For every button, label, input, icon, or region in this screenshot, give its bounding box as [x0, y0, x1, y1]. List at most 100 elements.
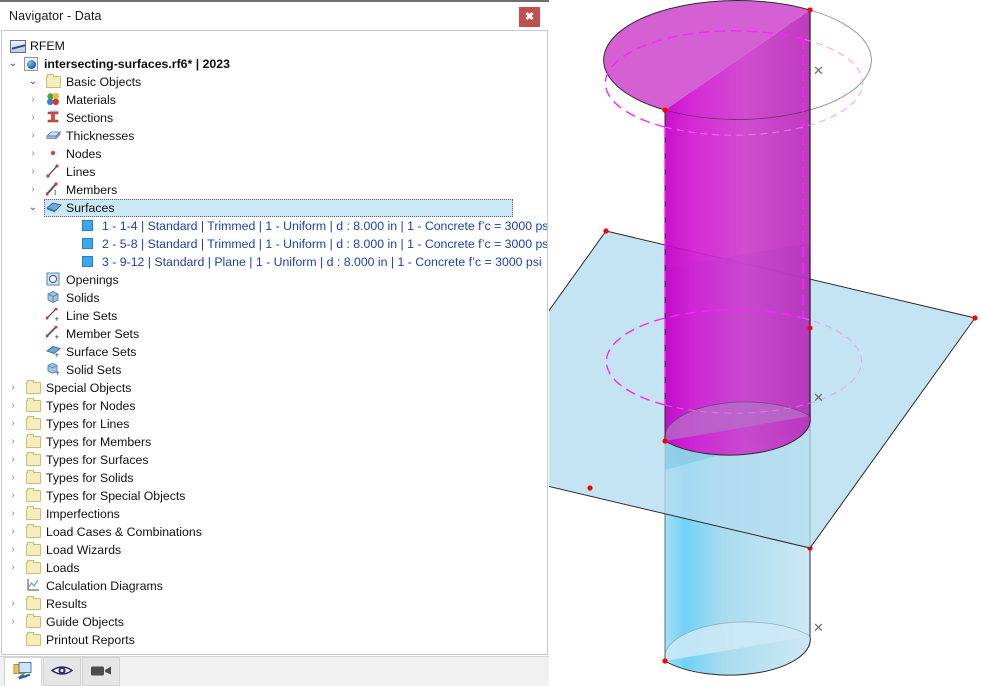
chevron-right-icon[interactable]: ›	[26, 163, 40, 181]
tree-item-results[interactable]: › Results	[2, 595, 547, 613]
tree-item-materials[interactable]: › Materials	[2, 91, 547, 109]
chevron-down-icon[interactable]: ⌄	[26, 199, 40, 217]
tree-item-printout-reports[interactable]: Printout Reports	[2, 631, 547, 649]
folder-icon	[26, 470, 41, 484]
chevron-right-icon[interactable]: ›	[26, 181, 40, 199]
tree-item-nodes[interactable]: › Nodes	[2, 145, 547, 163]
tree-item-special-objects[interactable]: › Special Objects	[2, 379, 547, 397]
tree-item-types-for-lines[interactable]: › Types for Lines	[2, 415, 547, 433]
tree-item-label: Printout Reports	[46, 633, 135, 647]
tree-group-basic-objects: › Materials › Sections › Thicknesses › Nodes › Li…	[2, 91, 547, 217]
tree-item-label: Lines	[66, 165, 96, 179]
chevron-right-icon[interactable]: ›	[6, 469, 20, 487]
tree-item-label: Surfaces	[66, 201, 115, 215]
tree-item-sections[interactable]: › Sections	[2, 109, 547, 127]
folder-icon	[26, 542, 41, 556]
svg-text:+: +	[55, 315, 60, 323]
tree-item-label: Types for Surfaces	[46, 453, 149, 467]
data-navigator-tab[interactable]	[4, 657, 42, 686]
solid-sets-icon: +	[46, 362, 62, 378]
video-camera-icon	[90, 663, 112, 680]
axis-marker-icon: ✕	[813, 620, 824, 635]
tree-item-surface[interactable]: 2 - 5-8 | Standard | Trimmed | 1 - Unifo…	[2, 235, 547, 253]
lines-icon	[46, 164, 62, 180]
surface-swatch-icon	[82, 256, 93, 267]
svg-text:+: +	[55, 351, 60, 359]
tree-item-load-wizards[interactable]: › Load Wizards	[2, 541, 547, 559]
chevron-right-icon[interactable]: ›	[26, 145, 40, 163]
tree-item-solids[interactable]: Solids	[2, 289, 547, 307]
tree-item-label: Basic Objects	[66, 75, 142, 89]
chevron-right-icon[interactable]: ›	[6, 505, 20, 523]
tree-item-surface[interactable]: 1 - 1-4 | Standard | Trimmed | 1 - Unifo…	[2, 217, 547, 235]
close-icon[interactable]: ✖	[519, 7, 540, 27]
tree-item-lines[interactable]: › Lines	[2, 163, 547, 181]
chevron-down-icon[interactable]: ⌄	[26, 73, 40, 91]
chevron-right-icon[interactable]: ›	[6, 433, 20, 451]
chevron-right-icon[interactable]: ›	[6, 487, 20, 505]
chevron-right-icon[interactable]: ›	[6, 595, 20, 613]
tree-item-label: 2 - 5-8 | Standard | Trimmed | 1 - Unifo…	[102, 237, 548, 251]
chevron-right-icon[interactable]: ›	[6, 613, 20, 631]
line-sets-icon: +	[45, 307, 62, 324]
tree-item-calculation-diagrams[interactable]: Calculation Diagrams	[2, 577, 547, 595]
tree-item-openings[interactable]: Openings	[2, 271, 547, 289]
chevron-right-icon[interactable]: ›	[26, 91, 40, 109]
tree-item-types-for-special-objects[interactable]: › Types for Special Objects	[2, 487, 547, 505]
tree-item-basic-objects[interactable]: ⌄ Basic Objects	[2, 73, 547, 91]
tree-item-types-for-solids[interactable]: › Types for Solids	[2, 469, 547, 487]
folder-icon	[26, 416, 41, 430]
chevron-right-icon[interactable]: ›	[6, 379, 20, 397]
display-navigator-tab[interactable]	[43, 657, 81, 686]
tree-item-line-sets[interactable]: + Line Sets	[2, 307, 547, 325]
surface-sets-icon: +	[46, 344, 62, 360]
tree-item-imperfections[interactable]: › Imperfections	[2, 505, 547, 523]
navigator-tree[interactable]: RFEM ⌄ intersecting-surfaces.rf6* | 2023…	[2, 37, 547, 654]
tree-group-basic-objects-2: Openings Solids + Line Sets + Member Sets + Sur…	[2, 271, 547, 379]
chevron-right-icon[interactable]: ›	[6, 451, 20, 469]
views-navigator-tab[interactable]	[82, 657, 120, 686]
tree-item-label: Member Sets	[66, 327, 140, 341]
tree-item-thicknesses[interactable]: › Thicknesses	[2, 127, 547, 145]
chevron-right-icon[interactable]: ›	[26, 127, 40, 145]
tree-item-label: Materials	[66, 93, 116, 107]
eye-icon	[50, 663, 74, 680]
tree-item-loads[interactable]: › Loads	[2, 559, 547, 577]
thicknesses-icon	[46, 128, 62, 144]
tree-item-label: Results	[46, 597, 88, 611]
tree-item-surface[interactable]: 3 - 9-12 | Standard | Plane | 1 - Unifor…	[2, 253, 547, 271]
tree-item-load-cases-combinations[interactable]: › Load Cases & Combinations	[2, 523, 547, 541]
tree-item-label: intersecting-surfaces.rf6* | 2023	[44, 57, 230, 71]
svg-text:+: +	[55, 369, 60, 377]
folder-icon	[26, 524, 41, 538]
tree-item-guide-objects[interactable]: › Guide Objects	[2, 613, 547, 631]
solids-icon	[46, 290, 62, 306]
tree-item-label: Openings	[66, 273, 119, 287]
navigator-tree-frame[interactable]: RFEM ⌄ intersecting-surfaces.rf6* | 2023…	[1, 30, 548, 655]
tree-item-model[interactable]: ⌄ intersecting-surfaces.rf6* | 2023	[2, 55, 547, 73]
chevron-right-icon[interactable]: ›	[6, 559, 20, 577]
tree-item-types-for-surfaces[interactable]: › Types for Surfaces	[2, 451, 547, 469]
chevron-down-icon[interactable]: ⌄	[6, 55, 20, 73]
chevron-right-icon[interactable]: ›	[6, 415, 20, 433]
tree-item-label: Sections	[66, 111, 114, 125]
chevron-right-icon[interactable]: ›	[26, 109, 40, 127]
rfem-logo-icon	[10, 40, 26, 53]
folder-icon	[26, 434, 41, 448]
tree-item-types-for-members[interactable]: › Types for Members	[2, 433, 547, 451]
tree-item-label: Calculation Diagrams	[46, 579, 163, 593]
tree-item-label: Thicknesses	[66, 129, 135, 143]
chevron-right-icon[interactable]: ›	[6, 397, 20, 415]
chevron-right-icon[interactable]: ›	[6, 523, 20, 541]
tree-item-solid-sets[interactable]: + Solid Sets	[2, 361, 547, 379]
tree-item-types-for-nodes[interactable]: › Types for Nodes	[2, 397, 547, 415]
tree-item-surface-sets[interactable]: + Surface Sets	[2, 343, 547, 361]
tree-group-folders: › Special Objects › Types for Nodes › Types f…	[2, 379, 547, 649]
tree-item-member-sets[interactable]: + Member Sets	[2, 325, 547, 343]
tree-item-label: Load Cases & Combinations	[46, 525, 202, 539]
tree-group-surfaces: 1 - 1-4 | Standard | Trimmed | 1 - Unifo…	[2, 217, 547, 271]
tree-item-members[interactable]: › I Members	[2, 181, 547, 199]
chevron-right-icon[interactable]: ›	[6, 541, 20, 559]
tree-item-surfaces[interactable]: ⌄ Surfaces	[2, 199, 547, 217]
tree-item-rfem[interactable]: RFEM	[2, 37, 547, 55]
